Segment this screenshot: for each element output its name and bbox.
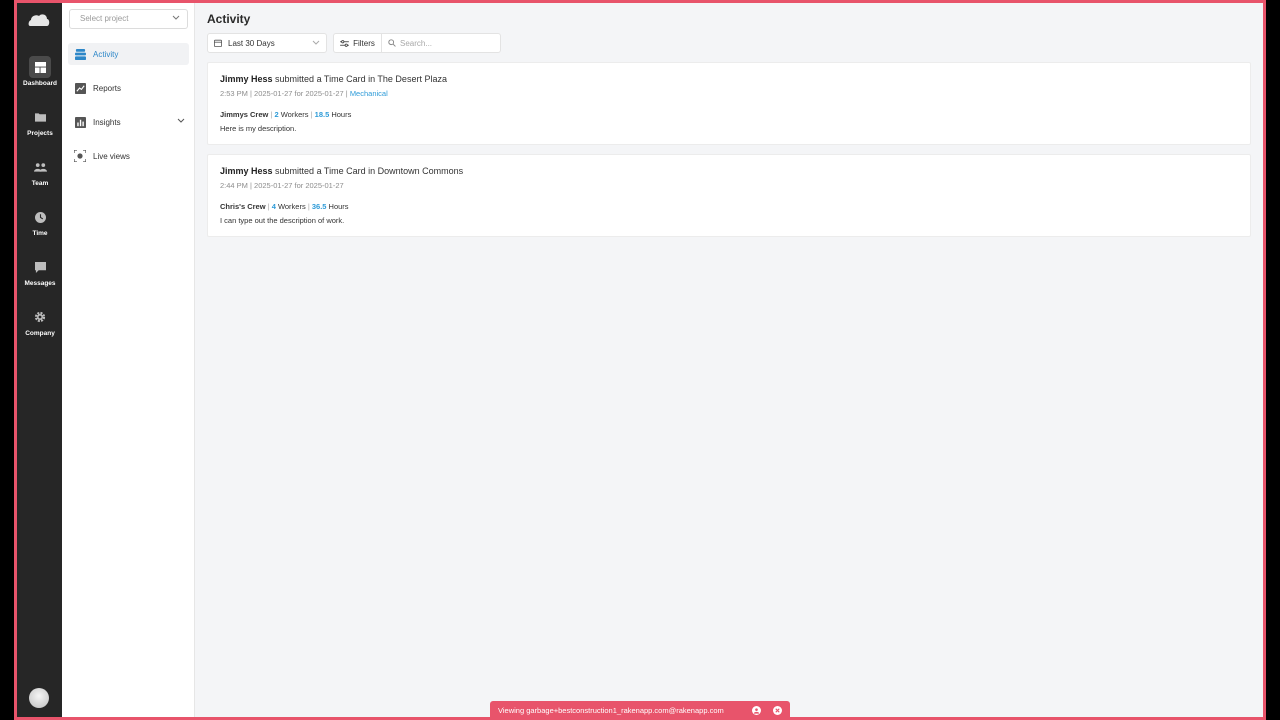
user-avatar[interactable] (29, 688, 49, 708)
activity-meta: 2:53 PM | 2025-01-27 for 2025-01-27 | Me… (220, 89, 1238, 98)
activity-timestamp: 2:44 PM | 2025-01-27 for 2025-01-27 (220, 181, 344, 190)
activity-user[interactable]: Jimmy Hess (220, 74, 273, 84)
chevron-down-icon (312, 40, 320, 45)
rail-label: Time (32, 230, 48, 237)
activity-action: submitted a Time Card in Downtown Common… (272, 166, 464, 176)
hours-count: 18.5 (314, 110, 330, 119)
activity-card[interactable]: Jimmy Hess submitted a Time Card in Down… (207, 154, 1251, 237)
crew-name: Jimmys Crew (220, 110, 269, 119)
activity-description: Here is my description. (220, 124, 297, 133)
chevron-down-icon (172, 15, 180, 20)
search-icon (388, 39, 396, 47)
activity-toolbar: Last 30 Days Filters (207, 33, 501, 53)
gear-icon (34, 311, 46, 323)
chart-line-icon (74, 82, 86, 94)
activity-meta: 2:44 PM | 2025-01-27 for 2025-01-27 (220, 181, 1238, 190)
search-box (381, 33, 501, 53)
rail-item-team[interactable]: Team (20, 156, 60, 202)
sidebar-item-label: Live views (93, 151, 130, 161)
rail-item-dashboard[interactable]: Dashboard (20, 56, 60, 102)
sidebar-item-activity[interactable]: Activity (68, 43, 189, 65)
activity-headline: Jimmy Hess submitted a Time Card in The … (220, 74, 1238, 84)
project-select-placeholder: Select project (80, 14, 129, 23)
sidebar-item-insights[interactable]: Insights (68, 111, 189, 133)
activity-description: I can type out the description of work. (220, 216, 345, 225)
chevron-down-icon[interactable] (177, 118, 185, 124)
hours-count: 36.5 (311, 202, 327, 211)
icon-rail: Dashboard Projects Team Time Messages Co… (17, 3, 62, 717)
banner-text: Viewing garbage+bestconstruction1_rakena… (498, 706, 724, 715)
activity-timestamp: 2:53 PM | 2025-01-27 for 2025-01-27 | (220, 89, 350, 98)
sidebar-item-reports[interactable]: Reports (68, 77, 189, 99)
rail-item-projects[interactable]: Projects (20, 106, 60, 152)
folder-icon (34, 113, 46, 122)
search-input[interactable] (400, 38, 495, 48)
rail-label: Dashboard (23, 80, 57, 87)
project-select[interactable]: Select project (69, 9, 188, 29)
rail-item-time[interactable]: Time (20, 206, 60, 252)
rail-label: Team (31, 180, 49, 187)
activity-crew-summary: Jimmys Crew | 2 Workers | 18.5 Hours (220, 110, 352, 119)
team-icon (33, 163, 47, 172)
activity-icon (74, 48, 86, 60)
workers-label: Workers (275, 202, 308, 211)
sidebar-item-live-views[interactable]: Live views (68, 145, 189, 167)
crew-name: Chris's Crew (220, 202, 266, 211)
hours-label: Hours (326, 202, 349, 211)
app-window: Dashboard Projects Team Time Messages Co… (14, 0, 1266, 720)
impersonate-user-icon[interactable] (752, 706, 761, 715)
rail-label: Messages (24, 280, 56, 287)
filters-label: Filters (353, 38, 375, 48)
rail-item-messages[interactable]: Messages (20, 256, 60, 302)
rail-label: Projects (27, 130, 53, 137)
hours-label: Hours (329, 110, 352, 119)
sidebar-item-label: Activity (93, 49, 119, 59)
live-view-icon (74, 150, 86, 162)
activity-tag[interactable]: Mechanical (350, 89, 388, 98)
calendar-icon (214, 39, 222, 47)
rail-label: Company (25, 330, 55, 337)
rail-item-company[interactable]: Company (20, 306, 60, 352)
close-icon[interactable] (773, 706, 782, 715)
date-range-select[interactable]: Last 30 Days (207, 33, 327, 53)
main-content: Activity Last 30 Days Filters Search... … (195, 3, 1263, 717)
page-title: Activity (207, 12, 251, 26)
activity-action: submitted a Time Card in The Desert Plaz… (272, 74, 447, 84)
workers-label: Workers (278, 110, 311, 119)
bar-chart-icon (74, 116, 86, 128)
secondary-sidebar: Select project Activity Reports Insights… (62, 3, 195, 717)
activity-crew-summary: Chris's Crew | 4 Workers | 36.5 Hours (220, 202, 349, 211)
activity-user[interactable]: Jimmy Hess (220, 166, 273, 176)
filter-sliders-icon (340, 39, 349, 47)
sidebar-item-label: Insights (93, 117, 121, 127)
logo-icon[interactable] (27, 11, 51, 31)
activity-card[interactable]: Jimmy Hess submitted a Time Card in The … (207, 62, 1251, 145)
viewing-as-banner: Viewing garbage+bestconstruction1_rakena… (490, 701, 790, 717)
sidebar-item-label: Reports (93, 83, 122, 93)
activity-headline: Jimmy Hess submitted a Time Card in Down… (220, 166, 1238, 176)
filters-button[interactable]: Filters (333, 33, 381, 53)
date-range-value: Last 30 Days (228, 38, 275, 48)
dashboard-icon (34, 61, 46, 73)
message-icon (34, 261, 46, 273)
clock-icon (34, 211, 46, 223)
